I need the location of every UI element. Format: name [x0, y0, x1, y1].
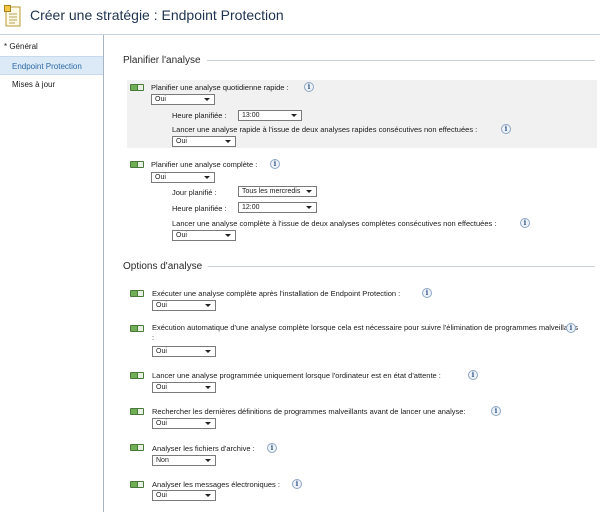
chevron-down-icon [205, 350, 211, 353]
quick-scan-select[interactable]: Oui [151, 94, 215, 105]
section-schedule-title: Planifier l'analyse [123, 55, 201, 66]
chevron-down-icon [205, 386, 211, 389]
chevron-down-icon [205, 459, 211, 462]
section-divider [208, 266, 595, 267]
option-value: Oui [156, 302, 167, 309]
info-icon[interactable]: i [267, 443, 277, 453]
info-icon[interactable]: i [468, 370, 478, 380]
quick-scan-select-value: Oui [155, 96, 166, 103]
quick-scan-time-value: 13:00 [242, 112, 260, 119]
full-scan-select-value: Oui [155, 174, 166, 181]
full-scan-missed-value: Oui [176, 232, 187, 239]
full-scan-day-select[interactable]: Tous les mercredis [238, 186, 317, 197]
quick-scan-label: Planifier une analyse quotidienne rapide… [151, 83, 289, 92]
full-scan-time-select[interactable]: 12:00 [238, 202, 317, 213]
sidebar: * Général Endpoint Protection Mises à jo… [0, 35, 104, 512]
sidebar-item-updates[interactable]: Mises à jour [0, 75, 103, 94]
info-icon[interactable]: i [491, 406, 501, 416]
sidebar-item-endpoint-protection[interactable]: Endpoint Protection [0, 56, 103, 75]
section-schedule-header: Planifier l'analyse [123, 55, 595, 66]
option-full-scan-after-install-select[interactable]: Oui [152, 300, 216, 311]
option-archive-scan-label: Analyser les fichiers d'archive : [152, 444, 255, 453]
option-email-scan-label: Analyser les messages électroniques : [152, 480, 280, 489]
section-divider [206, 60, 595, 61]
info-icon[interactable]: i [304, 82, 314, 92]
setting-toggle-icon[interactable] [130, 372, 144, 379]
chevron-down-icon [204, 176, 210, 179]
chevron-down-icon [205, 494, 211, 497]
option-idle-scan-label: Lancer une analyse programmée uniquement… [152, 371, 441, 380]
option-check-definitions-select[interactable]: Oui [152, 418, 216, 429]
option-value: Oui [156, 384, 167, 391]
window-title: Créer une stratégie : Endpoint Protectio… [30, 7, 284, 23]
option-email-scan-select[interactable]: Oui [152, 490, 216, 501]
quick-scan-missed-label: Lancer une analyse rapide à l'issue de d… [172, 125, 478, 134]
info-icon[interactable]: i [422, 288, 432, 298]
chevron-down-icon [225, 140, 231, 143]
setting-toggle-icon[interactable] [130, 408, 144, 415]
setting-toggle-icon[interactable] [130, 84, 144, 91]
info-icon[interactable]: i [520, 218, 530, 228]
option-value: Oui [156, 420, 167, 427]
setting-toggle-icon[interactable] [130, 290, 144, 297]
chevron-down-icon [205, 422, 211, 425]
option-full-scan-after-install-label: Exécuter une analyse complète après l'in… [152, 289, 401, 298]
full-scan-select[interactable]: Oui [151, 172, 215, 183]
section-options-title: Options d'analyse [123, 261, 203, 272]
setting-toggle-icon[interactable] [130, 444, 144, 451]
chevron-down-icon [291, 114, 297, 117]
chevron-down-icon [205, 304, 211, 307]
policy-document-icon [4, 5, 21, 27]
chevron-down-icon [306, 206, 312, 209]
quick-scan-missed-value: Oui [176, 138, 187, 145]
chevron-down-icon [306, 190, 312, 193]
full-scan-label: Planifier une analyse complète : [151, 160, 258, 169]
quick-scan-missed-select[interactable]: Oui [172, 136, 236, 147]
full-scan-missed-label: Lancer une analyse complète à l'issue de… [172, 219, 497, 228]
setting-toggle-icon[interactable] [130, 325, 144, 332]
option-auto-full-scan-label: Exécution automatique d'une analyse comp… [152, 323, 579, 342]
option-auto-full-scan-select[interactable]: Oui [152, 346, 216, 357]
full-scan-day-label: Jour planifié : [172, 188, 217, 197]
full-scan-missed-select[interactable]: Oui [172, 230, 236, 241]
quick-scan-time-label: Heure planifiée : [172, 111, 227, 120]
chevron-down-icon [204, 98, 210, 101]
option-value: Non [156, 457, 169, 464]
chevron-down-icon [225, 234, 231, 237]
info-icon[interactable]: i [501, 124, 511, 134]
option-value: Oui [156, 492, 167, 499]
option-value: Oui [156, 348, 167, 355]
info-icon[interactable]: i [566, 323, 576, 333]
main-panel: Planifier l'analyse Planifier une analys… [105, 35, 600, 512]
full-scan-time-label: Heure planifiée : [172, 204, 227, 213]
full-scan-day-value: Tous les mercredis [242, 188, 301, 195]
info-icon[interactable]: i [270, 159, 280, 169]
info-icon[interactable]: i [292, 479, 302, 489]
quick-scan-time-select[interactable]: 13:00 [238, 110, 302, 121]
setting-toggle-icon[interactable] [130, 481, 144, 488]
option-check-definitions-label: Rechercher les dernières définitions de … [152, 407, 466, 416]
option-idle-scan-select[interactable]: Oui [152, 382, 216, 393]
full-scan-time-value: 12:00 [242, 204, 260, 211]
title-bar: Créer une stratégie : Endpoint Protectio… [0, 0, 600, 35]
setting-toggle-icon[interactable] [130, 161, 144, 168]
sidebar-item-general[interactable]: * Général [0, 37, 103, 56]
section-options-header: Options d'analyse [123, 261, 595, 272]
option-archive-scan-select[interactable]: Non [152, 455, 216, 466]
